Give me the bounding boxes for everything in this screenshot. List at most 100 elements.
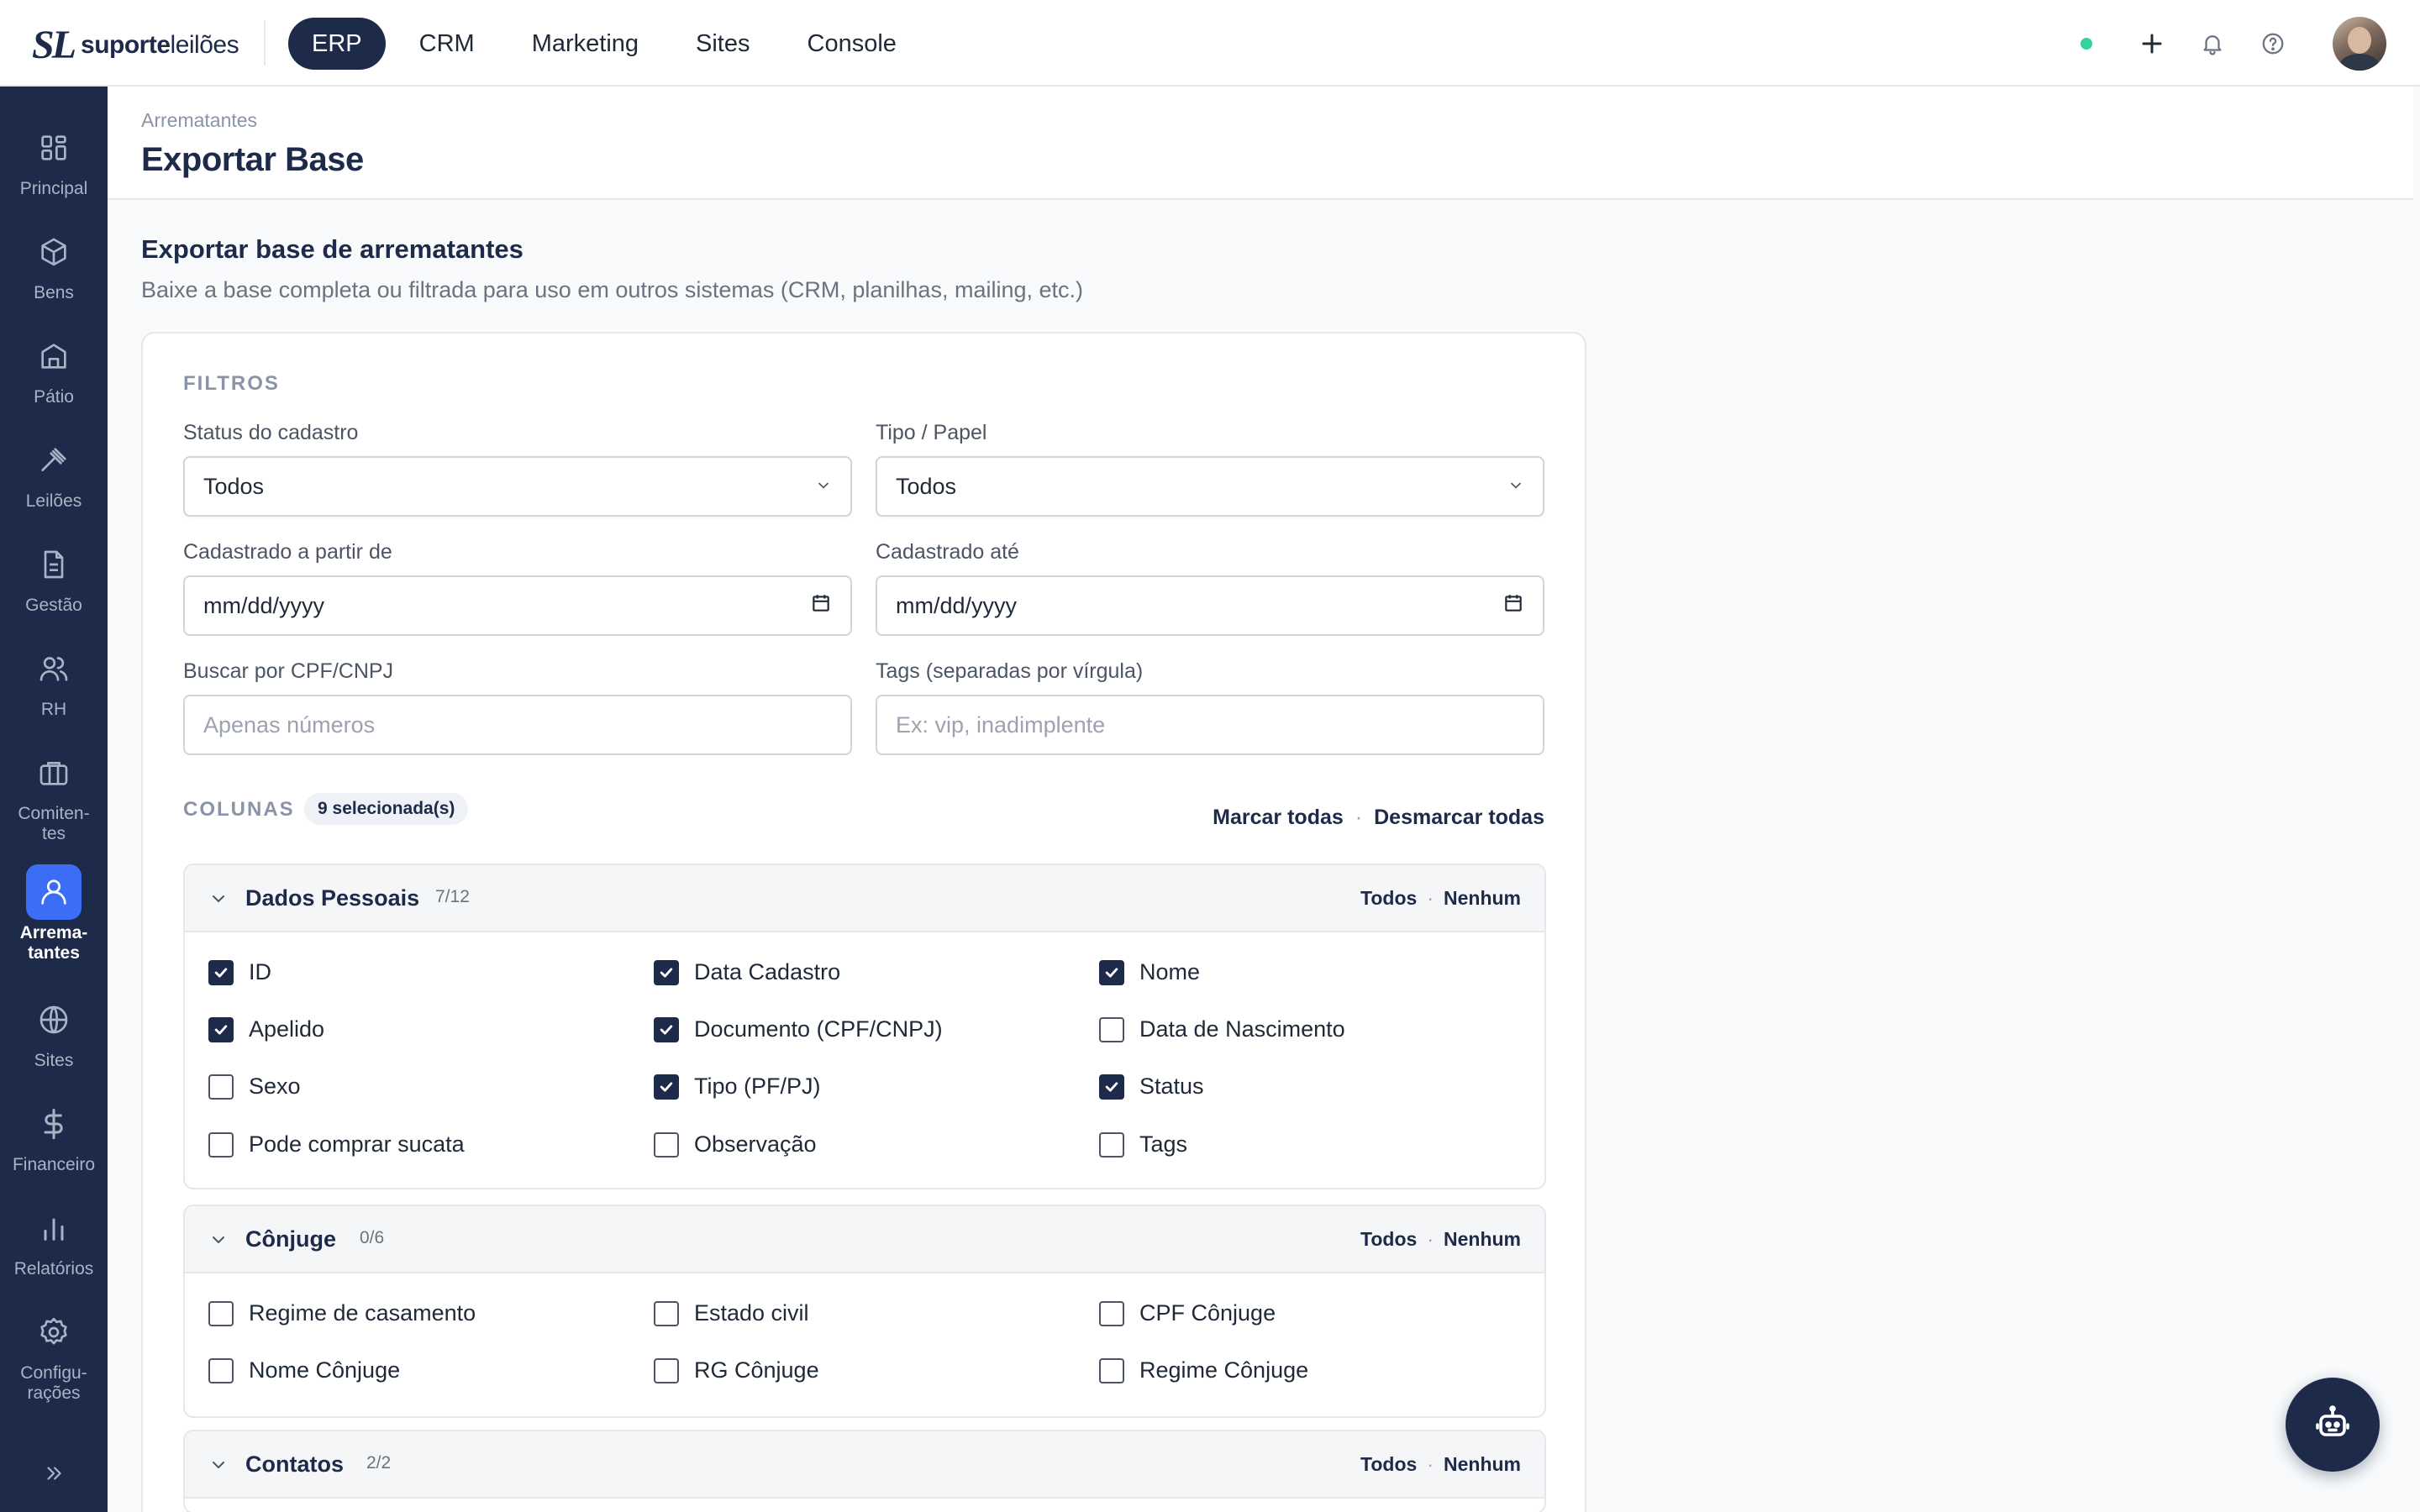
column-option[interactable]: Pode comprar sucata [208, 1131, 465, 1158]
separator: · [1427, 1453, 1434, 1475]
group-header[interactable]: Dados Pessoais 7/12 Todos · Nenhum [185, 865, 1544, 932]
group-select-none-button[interactable]: Nenhum [1444, 887, 1521, 910]
group-header[interactable]: Cônjuge 0/6 Todos · Nenhum [185, 1206, 1544, 1273]
column-option[interactable]: Observação [654, 1131, 817, 1158]
checkbox[interactable] [654, 1357, 679, 1383]
column-option[interactable]: Data Cadastro [654, 959, 840, 985]
sidebar-item-label: Sites [34, 1051, 74, 1070]
sidebar-item-rh[interactable]: RH [0, 641, 108, 720]
tab-console[interactable]: Console [784, 18, 920, 70]
column-option[interactable]: Status [1099, 1074, 1204, 1100]
sidebar-item-principal[interactable]: Principal [0, 120, 108, 199]
option-label: Observação [694, 1131, 817, 1157]
column-group-conjuge: Cônjuge 0/6 Todos · Nenhum Regime de cas… [183, 1205, 1546, 1418]
checkbox[interactable] [1099, 959, 1124, 985]
chevron-down-icon[interactable] [208, 889, 229, 909]
bulk-actions: Marcar todas · Desmarcar todas [1213, 806, 1544, 830]
sidebar-item-sites[interactable]: Sites [0, 992, 108, 1071]
status-select[interactable]: Todos [183, 456, 852, 517]
checkbox[interactable] [1099, 1300, 1124, 1326]
cpf-search-input[interactable]: Apenas números [183, 695, 852, 755]
checkbox[interactable] [1099, 1074, 1124, 1100]
globe-icon [26, 992, 82, 1047]
sidebar-item-financeiro[interactable]: Financeiro [0, 1096, 108, 1175]
group-select-none-button[interactable]: Nenhum [1444, 1228, 1521, 1251]
tab-marketing[interactable]: Marketing [508, 18, 662, 70]
checkbox[interactable] [654, 1074, 679, 1100]
plus-icon[interactable] [2134, 26, 2170, 61]
column-option[interactable]: Sexo [208, 1074, 301, 1100]
column-option[interactable]: Documento (CPF/CNPJ) [654, 1016, 943, 1042]
assistant-chat-button[interactable] [2286, 1378, 2380, 1472]
column-option[interactable]: ID [208, 959, 271, 985]
column-option[interactable]: Regime de casamento [208, 1300, 476, 1326]
checkbox[interactable] [208, 1074, 234, 1100]
sidebar-item-gestao[interactable]: Gestão [0, 537, 108, 616]
unmark-all-button[interactable]: Desmarcar todas [1374, 806, 1544, 830]
tipo-select-value: Todos [896, 473, 957, 499]
sidebar-item-comitentes[interactable]: Comiten- tes [0, 745, 108, 844]
tab-sites[interactable]: Sites [672, 18, 773, 70]
brand-logo[interactable]: SL suporteleilões [32, 22, 239, 68]
column-option[interactable]: Data de Nascimento [1099, 1016, 1345, 1042]
mark-all-button[interactable]: Marcar todas [1213, 806, 1344, 830]
sidebar-item-label: Pátio [34, 387, 74, 407]
column-option[interactable]: CPF Cônjuge [1099, 1300, 1276, 1326]
user-avatar[interactable] [2333, 17, 2386, 71]
chevron-down-icon[interactable] [208, 1455, 229, 1475]
sidebar-item-label: Comiten- tes [18, 804, 90, 843]
checkbox[interactable] [654, 1300, 679, 1326]
column-option[interactable]: Nome Cônjuge [208, 1357, 400, 1383]
chevron-down-icon[interactable] [208, 1230, 229, 1250]
tab-erp[interactable]: ERP [288, 18, 386, 70]
checkbox[interactable] [654, 1131, 679, 1158]
column-option[interactable]: RG Cônjuge [654, 1357, 819, 1383]
column-group-contatos: Contatos 2/2 Todos · Nenhum [183, 1430, 1546, 1512]
column-option[interactable]: Regime Cônjuge [1099, 1357, 1308, 1383]
sidebar-expand-button[interactable] [37, 1458, 71, 1492]
option-label: CPF Cônjuge [1139, 1300, 1276, 1326]
column-option[interactable]: Estado civil [654, 1300, 809, 1326]
calendar-icon[interactable] [1502, 592, 1524, 620]
online-status-indicator [2081, 38, 2092, 50]
option-label: Documento (CPF/CNPJ) [694, 1016, 943, 1042]
sidebar-item-leiloes[interactable]: Leilões [0, 433, 108, 512]
selected-count-badge: 9 selecionada(s) [304, 793, 469, 825]
help-icon[interactable] [2255, 26, 2291, 61]
checkbox[interactable] [1099, 1016, 1124, 1042]
sidebar-item-bens[interactable]: Bens [0, 224, 108, 303]
column-option[interactable]: Tipo (PF/PJ) [654, 1074, 821, 1100]
tipo-select[interactable]: Todos [876, 456, 1544, 517]
header-divider [264, 20, 266, 66]
group-select-all-button[interactable]: Todos [1360, 1453, 1417, 1476]
calendar-icon[interactable] [810, 592, 832, 620]
sidebar-item-configuracoes[interactable]: Configu- rações [0, 1305, 108, 1404]
sidebar-item-patio[interactable]: Pátio [0, 328, 108, 407]
checkbox[interactable] [208, 1300, 234, 1326]
group-select-all-button[interactable]: Todos [1360, 1228, 1417, 1251]
checkbox[interactable] [208, 1016, 234, 1042]
date-to-input[interactable]: mm/dd/yyyy [876, 575, 1544, 636]
group-select-none-button[interactable]: Nenhum [1444, 1453, 1521, 1476]
group-actions: Todos · Nenhum [1360, 1228, 1521, 1251]
logo-text: suporteleilões [81, 30, 239, 59]
checkbox[interactable] [208, 1131, 234, 1158]
checkbox[interactable] [208, 1357, 234, 1383]
date-from-input[interactable]: mm/dd/yyyy [183, 575, 852, 636]
breadcrumb[interactable]: Arrematantes [141, 109, 257, 132]
tab-crm[interactable]: CRM [396, 18, 498, 70]
sidebar-item-arrematantes[interactable]: Arrema- tantes [0, 864, 108, 963]
tags-input[interactable]: Ex: vip, inadimplente [876, 695, 1544, 755]
sidebar-item-relatorios[interactable]: Relatórios [0, 1200, 108, 1279]
checkbox[interactable] [1099, 1131, 1124, 1158]
checkbox[interactable] [654, 1016, 679, 1042]
column-option[interactable]: Apelido [208, 1016, 324, 1042]
bell-icon[interactable] [2195, 26, 2230, 61]
column-option[interactable]: Nome [1099, 959, 1200, 985]
group-header[interactable]: Contatos 2/2 Todos · Nenhum [185, 1431, 1544, 1499]
checkbox[interactable] [654, 959, 679, 985]
checkbox[interactable] [1099, 1357, 1124, 1383]
checkbox[interactable] [208, 959, 234, 985]
group-select-all-button[interactable]: Todos [1360, 887, 1417, 910]
column-option[interactable]: Tags [1099, 1131, 1187, 1158]
